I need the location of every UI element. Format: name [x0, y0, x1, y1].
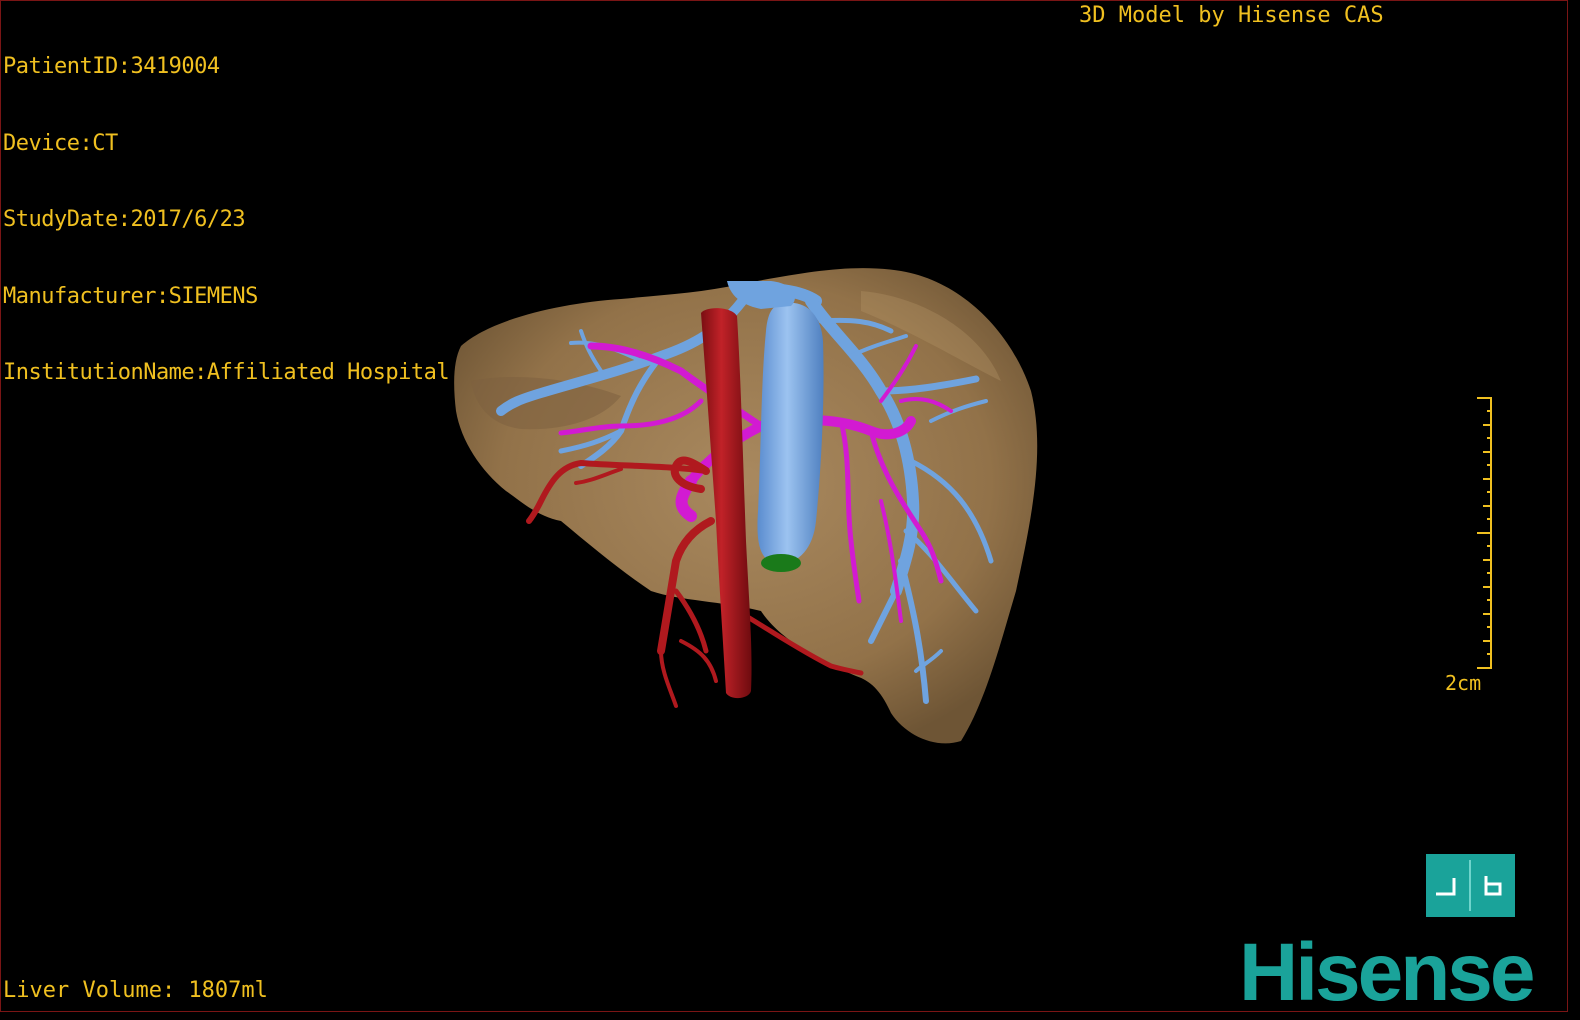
gallbladder-tip [761, 554, 801, 572]
hisense-logo: Hisense [1239, 927, 1536, 1018]
gallbladder [757, 302, 824, 564]
view-orientation-icon[interactable] [1426, 854, 1515, 917]
liver-3d-model[interactable] [1, 1, 1569, 1013]
scale-bar-label: 2cm [1445, 671, 1482, 695]
orientation-glyph [1436, 860, 1502, 911]
scale-bar [1477, 397, 1492, 669]
3d-viewport[interactable]: PatientID:3419004 Device:CT StudyDate:20… [0, 0, 1569, 1018]
liver-volume: Liver Volume: 1807ml [3, 978, 268, 1003]
